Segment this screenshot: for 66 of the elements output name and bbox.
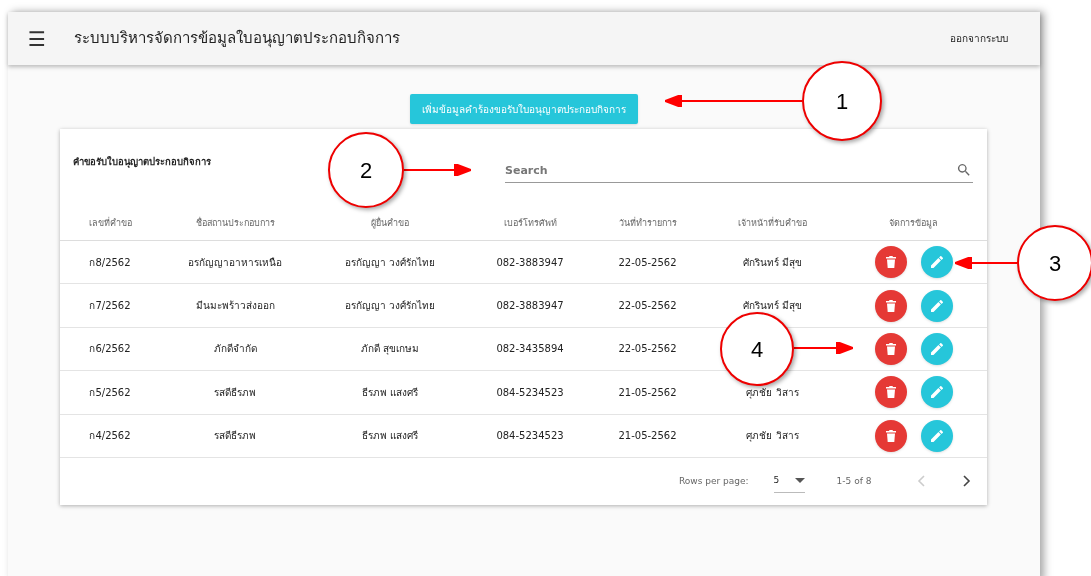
table-cell: ก8/2562 xyxy=(89,256,131,268)
table-cell: 084-5234523 xyxy=(496,386,564,398)
table-cell: 22-05-2562 xyxy=(618,300,677,312)
table-cell: 084-5234523 xyxy=(496,430,564,442)
table-cell: ภักดี สุขเกษม xyxy=(360,343,420,355)
table-cell: อรกัญญา วงศ์รักไทย xyxy=(344,300,436,312)
app-title: ระบบบริหารจัดการข้อมูลใบอนุญาตประกอบกิจการ xyxy=(74,28,400,50)
table-cell: ก7/2562 xyxy=(89,300,131,312)
callout-arrow xyxy=(955,257,1017,269)
column-header: จัดการข้อมูล xyxy=(888,217,939,231)
logout-link[interactable]: ออกจากระบบ xyxy=(950,31,1008,46)
rows-per-page-label: Rows per page: xyxy=(679,474,749,488)
rows-per-page-value: 5 xyxy=(773,474,780,488)
table-cell: ศักรินทร์ มีสุข xyxy=(742,256,803,268)
table-cell: 082-3435894 xyxy=(496,343,564,355)
table-cell: 22-05-2562 xyxy=(618,343,677,355)
pencil-icon xyxy=(930,299,943,312)
page-range: 1-5 of 8 xyxy=(836,474,872,488)
card-title: คำขอรับใบอนุญาตประกอบกิจการ xyxy=(73,155,212,170)
pencil-icon xyxy=(930,429,943,442)
trash-icon xyxy=(885,386,896,399)
callout-number: 3 xyxy=(1017,225,1091,301)
trash-icon xyxy=(885,342,896,355)
table-cell: ภักดีจำกัด xyxy=(213,343,257,355)
column-header: เจ้าหน้าที่รับคำขอ xyxy=(737,217,808,230)
callout-arrow xyxy=(404,164,471,176)
search-icon[interactable] xyxy=(956,162,972,178)
column-header: ผู้ยื่นคำขอ xyxy=(370,217,410,231)
table-cell: 22-05-2562 xyxy=(618,256,677,268)
table-cell: มีนมะพร้าวส่งออก xyxy=(195,300,275,312)
column-header: วันที่ทำรายการ xyxy=(617,217,678,230)
delete-button[interactable] xyxy=(874,246,907,279)
pencil-icon xyxy=(930,256,943,269)
trash-icon xyxy=(885,429,896,442)
table-cell: ศุภชัย วิสาร xyxy=(746,430,799,442)
pencil-icon xyxy=(930,386,943,399)
table-cell: รสดีธีรภพ xyxy=(214,430,256,442)
trash-icon xyxy=(885,256,896,269)
table-cell: ก4/2562 xyxy=(89,430,131,442)
column-header: ชื่อสถานประกอบการ xyxy=(194,217,276,230)
table-cell: 21-05-2562 xyxy=(618,386,677,398)
pencil-icon xyxy=(930,342,943,355)
table-cell: อรกัญญาอาหารเหนือ xyxy=(188,256,282,268)
column-header: เบอร์โทรศัพท์ xyxy=(502,217,558,230)
delete-button[interactable] xyxy=(874,332,907,365)
table-cell: ธีรภพ แสงศรี xyxy=(361,386,419,398)
trash-icon xyxy=(885,299,896,312)
next-page-icon[interactable] xyxy=(963,475,972,488)
table-cell: 082-3883947 xyxy=(496,300,564,312)
column-header: เลขที่คำขอ xyxy=(87,217,133,230)
table-cell: ศุภชัย วิสาร xyxy=(746,386,799,398)
delete-button[interactable] xyxy=(874,376,907,409)
search-field[interactable]: Search xyxy=(505,158,956,182)
table-cell: รสดีธีรภพ xyxy=(214,386,256,398)
dropdown-caret-icon[interactable] xyxy=(794,478,805,484)
callout-arrow xyxy=(794,342,853,354)
delete-button[interactable] xyxy=(874,289,907,322)
table-cell: 21-05-2562 xyxy=(618,430,677,442)
delete-button[interactable] xyxy=(874,419,907,452)
table-cell: ก6/2562 xyxy=(89,343,131,355)
rows-per-page-select[interactable]: 5 xyxy=(773,469,805,494)
table-cell: ศักรินทร์ มีสุข xyxy=(742,300,803,312)
table-cell: อรกัญญา วงศ์รักไทย xyxy=(344,256,436,268)
table-cell: 082-3883947 xyxy=(496,256,564,268)
table-cell: ธีรภพ แสงศรี xyxy=(361,430,419,442)
table-cell: ก5/2562 xyxy=(89,386,131,398)
